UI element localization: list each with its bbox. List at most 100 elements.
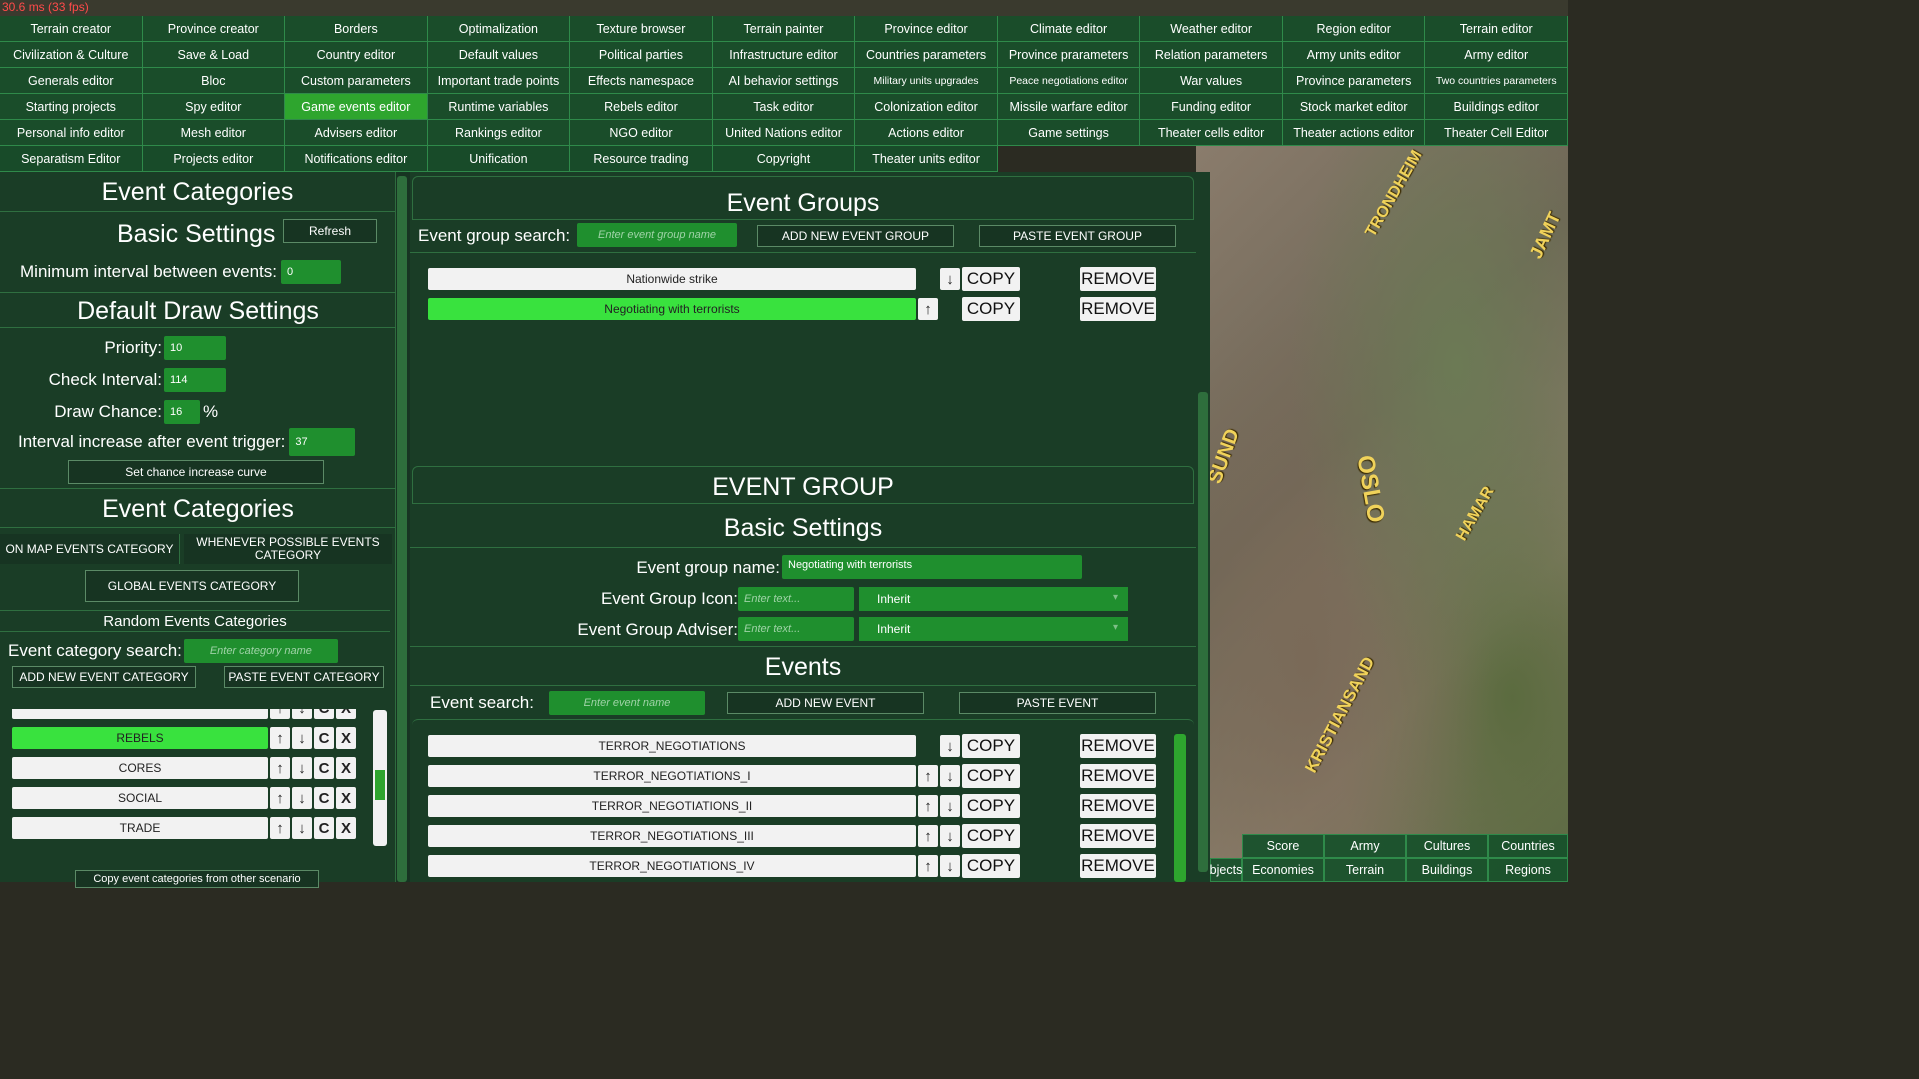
- menu-item-ai-behavior-settings[interactable]: AI behavior settings: [712, 68, 856, 94]
- menu-item-ngo-editor[interactable]: NGO editor: [570, 120, 713, 146]
- menu-item-terrain-creator[interactable]: Terrain creator: [0, 16, 143, 42]
- close-icon[interactable]: X: [336, 757, 356, 779]
- copy-icon[interactable]: C: [314, 787, 334, 809]
- group-icon-input[interactable]: Enter text...: [738, 587, 854, 611]
- menu-item-stock-market-editor[interactable]: Stock market editor: [1282, 94, 1426, 120]
- move-up-icon[interactable]: ↑: [270, 787, 290, 809]
- close-icon[interactable]: X: [336, 817, 356, 839]
- world-map[interactable]: TRONDHEIM OSLO HAMAR KRISTIANSAND SUND J…: [1196, 145, 1568, 882]
- menu-item-separatism-editor[interactable]: Separatism Editor: [0, 146, 143, 172]
- move-up-icon[interactable]: ↑: [270, 757, 290, 779]
- menu-item-united-nations-editor[interactable]: United Nations editor: [712, 120, 856, 146]
- menu-item-task-editor[interactable]: Task editor: [712, 94, 856, 120]
- move-down-icon[interactable]: ↓: [940, 268, 960, 290]
- menu-item-climate-editor[interactable]: Climate editor: [997, 16, 1141, 42]
- menu-item-custom-parameters[interactable]: Custom parameters: [285, 68, 428, 94]
- move-down-icon[interactable]: ↓: [940, 855, 960, 877]
- copy-event-button[interactable]: COPY: [962, 794, 1020, 818]
- menu-item-countries-parameters[interactable]: Countries parameters: [855, 42, 998, 68]
- move-down-icon[interactable]: ↓: [940, 795, 960, 817]
- menu-item-important-trade-points[interactable]: Important trade points: [427, 68, 571, 94]
- menu-item-unification[interactable]: Unification: [427, 146, 571, 172]
- copy-icon[interactable]: C: [314, 817, 334, 839]
- move-down-icon[interactable]: ↓: [940, 735, 960, 757]
- menu-item-rankings-editor[interactable]: Rankings editor: [427, 120, 571, 146]
- map-tab-score[interactable]: Score: [1242, 834, 1324, 858]
- paste-event-category-button[interactable]: PASTE EVENT CATEGORY: [224, 666, 384, 688]
- group-adviser-input[interactable]: Enter text...: [738, 617, 854, 641]
- move-up-icon[interactable]: ↑: [270, 817, 290, 839]
- category-search-input[interactable]: Enter category name: [183, 639, 338, 663]
- menu-item-spy-editor[interactable]: Spy editor: [142, 94, 286, 120]
- group-icon-select[interactable]: Inherit ▾: [859, 587, 1128, 611]
- check-interval-field[interactable]: 114: [164, 368, 226, 392]
- copy-event-button[interactable]: COPY: [962, 824, 1020, 848]
- move-up-icon[interactable]: ↑: [270, 709, 290, 719]
- menu-item-optimalization[interactable]: Optimalization: [427, 16, 571, 42]
- category-name[interactable]: [12, 709, 268, 719]
- map-tab-economies[interactable]: Economies: [1242, 858, 1324, 882]
- add-event-group-button[interactable]: ADD NEW EVENT GROUP: [757, 225, 954, 247]
- menu-item-game-events-editor[interactable]: Game events editor: [285, 94, 428, 120]
- event-item[interactable]: TERROR_NEGOTIATIONS_III: [428, 825, 916, 847]
- move-up-icon[interactable]: ↑: [918, 765, 938, 787]
- event-search-input[interactable]: Enter event name: [549, 691, 705, 715]
- remove-event-button[interactable]: REMOVE: [1080, 794, 1156, 818]
- move-up-icon[interactable]: ↑: [918, 855, 938, 877]
- copy-event-button[interactable]: COPY: [962, 854, 1020, 878]
- menu-item-borders[interactable]: Borders: [285, 16, 428, 42]
- menu-item-weather-editor[interactable]: Weather editor: [1140, 16, 1283, 42]
- move-down-icon[interactable]: ↓: [292, 787, 312, 809]
- menu-item-province-prarameters[interactable]: Province prarameters: [997, 42, 1141, 68]
- menu-item-war-values[interactable]: War values: [1140, 68, 1283, 94]
- menu-item-province-parameters[interactable]: Province parameters: [1282, 68, 1426, 94]
- group-search-input[interactable]: Enter event group name: [577, 223, 737, 247]
- menu-item-notifications-editor[interactable]: Notifications editor: [285, 146, 428, 172]
- event-list-scrollbar[interactable]: [1174, 734, 1186, 882]
- copy-categories-from-scenario-button[interactable]: Copy event categories from other scenari…: [75, 870, 319, 888]
- move-down-icon[interactable]: ↓: [292, 727, 312, 749]
- on-map-events-category-button[interactable]: ON MAP EVENTS CATEGORY: [0, 534, 180, 564]
- min-interval-field[interactable]: 0: [281, 260, 342, 284]
- menu-item-infrastructure-editor[interactable]: Infrastructure editor: [712, 42, 856, 68]
- draw-chance-field[interactable]: 16: [164, 400, 200, 424]
- move-down-icon[interactable]: ↓: [292, 709, 312, 719]
- menu-item-runtime-variables[interactable]: Runtime variables: [427, 94, 571, 120]
- menu-item-default-values[interactable]: Default values: [427, 42, 571, 68]
- menu-item-copyright[interactable]: Copyright: [712, 146, 856, 172]
- move-down-icon[interactable]: ↓: [292, 757, 312, 779]
- category-name[interactable]: SOCIAL: [12, 787, 268, 809]
- menu-item-army-units-editor[interactable]: Army units editor: [1282, 42, 1426, 68]
- close-icon[interactable]: X: [336, 709, 356, 719]
- menu-item-texture-browser[interactable]: Texture browser: [570, 16, 713, 42]
- add-event-button[interactable]: ADD NEW EVENT: [727, 692, 924, 714]
- move-down-icon[interactable]: ↓: [940, 765, 960, 787]
- right-panel-scrollbar[interactable]: [1198, 392, 1208, 872]
- menu-item-theater-cell-editor[interactable]: Theater Cell Editor: [1425, 120, 1568, 146]
- move-up-icon[interactable]: ↑: [270, 727, 290, 749]
- menu-item-missile-warfare-editor[interactable]: Missile warfare editor: [997, 94, 1141, 120]
- menu-item-colonization-editor[interactable]: Colonization editor: [855, 94, 998, 120]
- menu-item-political-parties[interactable]: Political parties: [570, 42, 713, 68]
- copy-group-button[interactable]: COPY: [962, 297, 1020, 321]
- close-icon[interactable]: X: [336, 727, 356, 749]
- menu-item-relation-parameters[interactable]: Relation parameters: [1140, 42, 1283, 68]
- group-name-field[interactable]: Negotiating with terrorists: [782, 555, 1082, 579]
- map-tab-cultures[interactable]: Cultures: [1406, 834, 1488, 858]
- map-tab-countries[interactable]: Countries: [1488, 834, 1568, 858]
- menu-item-advisers-editor[interactable]: Advisers editor: [285, 120, 428, 146]
- event-item[interactable]: TERROR_NEGOTIATIONS_I: [428, 765, 916, 787]
- menu-item-game-settings[interactable]: Game settings: [997, 120, 1141, 146]
- global-events-category-button[interactable]: GLOBAL EVENTS CATEGORY: [85, 570, 299, 602]
- set-chance-curve-button[interactable]: Set chance increase curve: [68, 460, 324, 484]
- paste-event-group-button[interactable]: PASTE EVENT GROUP: [979, 225, 1176, 247]
- refresh-button[interactable]: Refresh: [283, 219, 377, 243]
- group-adviser-select[interactable]: Inherit ▾: [859, 617, 1128, 641]
- whenever-possible-events-category-button[interactable]: WHENEVER POSSIBLE EVENTS CATEGORY: [184, 534, 392, 564]
- copy-icon[interactable]: C: [314, 727, 334, 749]
- map-tab-army[interactable]: Army: [1324, 834, 1406, 858]
- remove-group-button[interactable]: REMOVE: [1080, 267, 1156, 291]
- menu-item-mesh-editor[interactable]: Mesh editor: [142, 120, 286, 146]
- menu-item-personal-info-editor[interactable]: Personal info editor: [0, 120, 143, 146]
- map-tab-bjects[interactable]: bjects: [1210, 858, 1242, 882]
